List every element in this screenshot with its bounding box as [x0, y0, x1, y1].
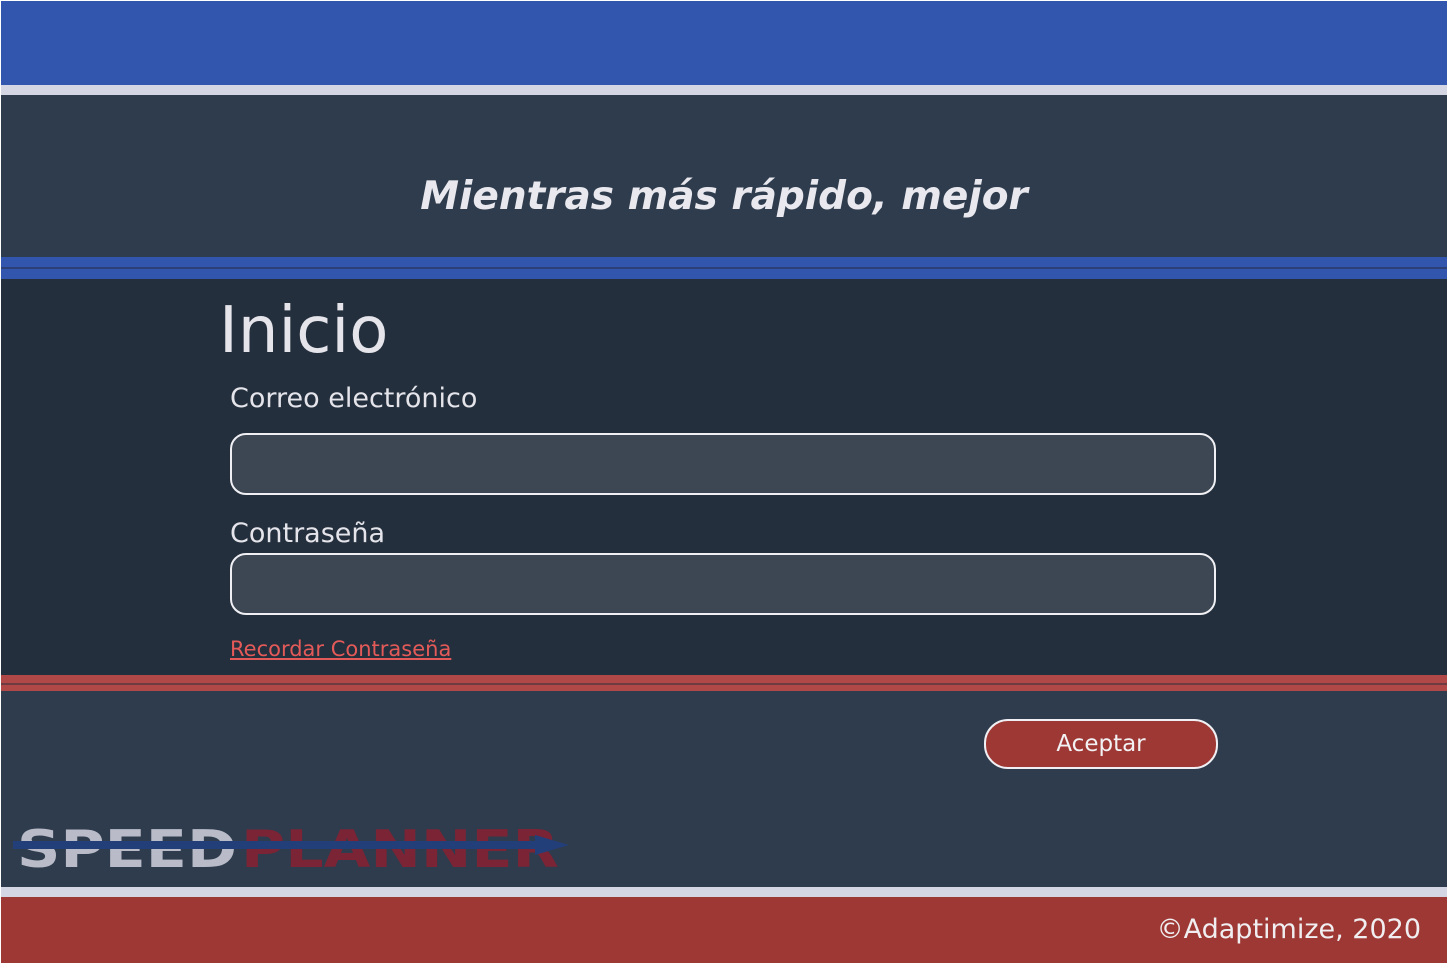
tagline: Mientras más rápido, mejor	[420, 174, 1028, 219]
logo-arrow-shaft	[13, 841, 543, 849]
page-title: Inicio	[219, 294, 389, 368]
bottom-divider	[1, 887, 1447, 897]
hero-divider-line	[1, 267, 1447, 269]
form-divider-line	[1, 683, 1447, 685]
forgot-password-link[interactable]: Recordar Contraseña	[230, 635, 451, 663]
copyright-text: ©Adaptimize, 2020	[1156, 914, 1421, 945]
top-divider	[1, 85, 1447, 95]
password-label: Contraseña	[230, 518, 386, 549]
login-page: Mientras más rápido, mejor Inicio Correo…	[1, 1, 1447, 963]
accept-button[interactable]: Aceptar	[984, 719, 1218, 769]
email-label: Correo electrónico	[230, 383, 478, 414]
email-field[interactable]	[230, 433, 1216, 495]
top-banner	[1, 1, 1447, 85]
speedplanner-logo: SPEED PLANNER	[13, 820, 569, 873]
password-field[interactable]	[230, 553, 1216, 615]
